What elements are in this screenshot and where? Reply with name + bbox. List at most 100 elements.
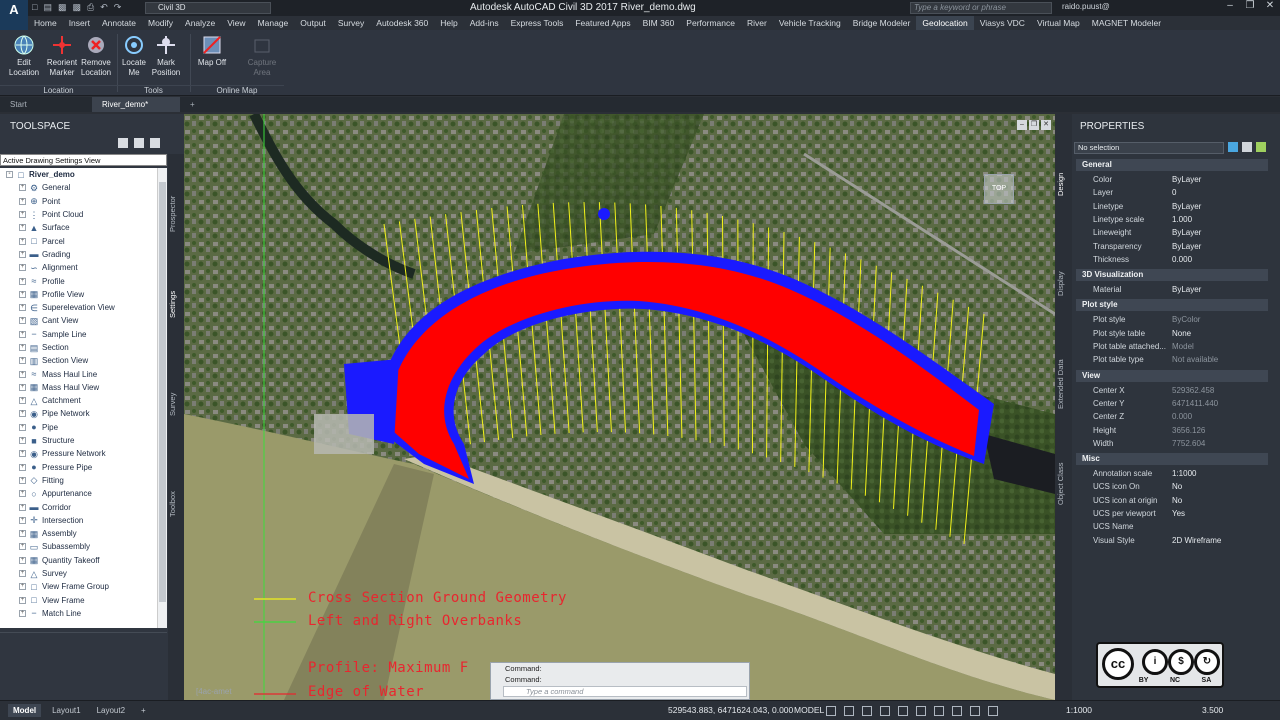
quick-select-icon[interactable]: [1256, 142, 1266, 152]
tree-item-pipe[interactable]: + ● Pipe: [0, 421, 167, 434]
property-row[interactable]: Annotation scale 1:1000: [1076, 467, 1268, 480]
expand-icon[interactable]: +: [19, 344, 26, 351]
help-search-input[interactable]: Type a keyword or phrase: [910, 2, 1052, 14]
ribbon-tab-modify[interactable]: Modify: [142, 16, 179, 30]
tree-item-sample-line[interactable]: + − Sample Line: [0, 328, 167, 341]
tree-item-point-cloud[interactable]: + ⋮ Point Cloud: [0, 208, 167, 221]
expand-icon[interactable]: +: [19, 530, 26, 538]
expand-icon[interactable]: +: [19, 450, 26, 458]
print-icon[interactable]: ⎙: [87, 2, 94, 14]
close-viewport-icon[interactable]: ✕: [1041, 120, 1051, 130]
tab-object-class[interactable]: Object Class: [1056, 454, 1072, 514]
tree-item-fitting[interactable]: + ◇ Fitting: [0, 474, 167, 487]
property-value[interactable]: No: [1172, 494, 1182, 507]
tree-item-view-frame[interactable]: + □ View Frame: [0, 594, 167, 607]
save-as-icon[interactable]: ▩: [72, 2, 81, 14]
property-value[interactable]: ByColor: [1172, 313, 1200, 326]
property-row[interactable]: UCS Name: [1076, 520, 1268, 533]
property-value[interactable]: 6471411.440: [1172, 397, 1218, 410]
minimize-viewport-icon[interactable]: –: [1017, 120, 1027, 130]
tree-root[interactable]: - □ River_demo: [0, 168, 167, 181]
file-tab-river-demo[interactable]: River_demo*: [92, 97, 180, 112]
property-value[interactable]: ByLayer: [1172, 283, 1201, 296]
lineweight-value[interactable]: 3.500: [1202, 705, 1223, 715]
expand-icon[interactable]: +: [19, 370, 26, 378]
ribbon-tab-view[interactable]: View: [221, 16, 251, 30]
tree-item-survey[interactable]: + △ Survey: [0, 567, 167, 580]
expand-icon[interactable]: +: [19, 224, 26, 232]
property-value[interactable]: ByLayer: [1172, 173, 1201, 186]
expand-icon[interactable]: +: [19, 197, 26, 205]
property-row[interactable]: UCS per viewport Yes: [1076, 507, 1268, 520]
toolspace-scrollbar[interactable]: [157, 168, 167, 628]
expand-icon[interactable]: +: [19, 570, 26, 578]
tree-item-alignment[interactable]: + ∽ Alignment: [0, 261, 167, 274]
property-value[interactable]: ByLayer: [1172, 240, 1201, 253]
tab-layout1[interactable]: Layout1: [47, 704, 85, 717]
restore-icon[interactable]: ❐: [1240, 0, 1260, 14]
property-row[interactable]: Material ByLayer: [1076, 283, 1268, 296]
property-value[interactable]: 2D Wireframe: [1172, 534, 1221, 547]
tree-item-subassembly[interactable]: + ▭ Subassembly: [0, 540, 167, 553]
property-row[interactable]: UCS icon at origin No: [1076, 494, 1268, 507]
ribbon-tab-insert[interactable]: Insert: [63, 16, 96, 30]
annotation-visibility-icon[interactable]: [988, 706, 998, 716]
edit-location-button[interactable]: Edit Location: [6, 34, 42, 78]
tab-model[interactable]: Model: [8, 704, 42, 717]
tree-item-mass-haul-view[interactable]: + ▦ Mass Haul View: [0, 381, 167, 394]
lineweight-icon[interactable]: [934, 706, 944, 716]
transparency-icon[interactable]: [952, 706, 962, 716]
property-value[interactable]: 0: [1172, 186, 1176, 199]
property-value[interactable]: 7752.604: [1172, 437, 1205, 450]
redo-icon[interactable]: ↷: [114, 2, 122, 14]
close-icon[interactable]: ✕: [1260, 0, 1280, 14]
ribbon-tab-virtual-map[interactable]: Virtual Map: [1031, 16, 1086, 30]
expand-icon[interactable]: +: [19, 250, 26, 258]
toolspace-view-selector[interactable]: Active Drawing Settings View: [0, 154, 167, 166]
expand-icon[interactable]: +: [19, 556, 26, 564]
ribbon-tab-vehicle-tracking[interactable]: Vehicle Tracking: [773, 16, 847, 30]
property-value[interactable]: 3656.126: [1172, 424, 1205, 437]
model-space-toggle[interactable]: MODEL: [794, 705, 824, 715]
selection-cycling-icon[interactable]: [970, 706, 980, 716]
tree-item-appurtenance[interactable]: + ○ Appurtenance: [0, 487, 167, 500]
ribbon-tab-analyze[interactable]: Analyze: [179, 16, 221, 30]
ribbon-tab-help[interactable]: Help: [434, 16, 463, 30]
ribbon-tab-river[interactable]: River: [741, 16, 773, 30]
property-row[interactable]: Width 7752.604: [1076, 437, 1268, 450]
tree-item-mass-haul-line[interactable]: + ≈ Mass Haul Line: [0, 367, 167, 380]
property-value[interactable]: 1.000: [1172, 213, 1192, 226]
tree-item-intersection[interactable]: + ✛ Intersection: [0, 514, 167, 527]
expand-icon[interactable]: +: [19, 543, 26, 551]
expand-icon[interactable]: +: [19, 476, 26, 484]
ribbon-tab-add-ins[interactable]: Add-ins: [464, 16, 505, 30]
ribbon-tab-viasys-vdc[interactable]: Viasys VDC: [974, 16, 1031, 30]
capture-area-button[interactable]: Capture Area: [244, 34, 280, 78]
tree-item-pipe-network[interactable]: + ◉ Pipe Network: [0, 407, 167, 420]
expand-icon[interactable]: +: [19, 583, 26, 591]
section-misc[interactable]: Misc: [1076, 453, 1268, 466]
property-row[interactable]: Thickness 0.000: [1076, 253, 1268, 266]
property-value[interactable]: 0.000: [1172, 253, 1192, 266]
undo-icon[interactable]: ↶: [100, 2, 108, 14]
tree-item-pressure-pipe[interactable]: + ● Pressure Pipe: [0, 461, 167, 474]
expand-icon[interactable]: +: [19, 304, 26, 312]
restore-viewport-icon[interactable]: ❐: [1029, 120, 1039, 130]
tree-item-profile-view[interactable]: + ▦ Profile View: [0, 288, 167, 301]
ribbon-tab-bridge-modeler[interactable]: Bridge Modeler: [847, 16, 917, 30]
tree-item-catchment[interactable]: + △ Catchment: [0, 394, 167, 407]
property-row[interactable]: Height 3656.126: [1076, 424, 1268, 437]
map-off-button[interactable]: Map Off: [194, 34, 230, 68]
tree-item-parcel[interactable]: + □ Parcel: [0, 234, 167, 247]
expand-icon[interactable]: +: [19, 609, 26, 617]
tree-item-superelevation-view[interactable]: + ∈ Superelevation View: [0, 301, 167, 314]
property-row[interactable]: Center Y 6471411.440: [1076, 397, 1268, 410]
property-row[interactable]: Layer 0: [1076, 186, 1268, 199]
expand-icon[interactable]: +: [19, 184, 26, 192]
property-value[interactable]: 529362.458: [1172, 384, 1214, 397]
selection-dropdown[interactable]: No selection: [1074, 142, 1224, 154]
tree-item-grading[interactable]: + ▬ Grading: [0, 248, 167, 261]
expand-icon[interactable]: +: [19, 596, 26, 604]
tree-item-section[interactable]: + ▤ Section: [0, 341, 167, 354]
tree-item-pressure-network[interactable]: + ◉ Pressure Network: [0, 447, 167, 460]
